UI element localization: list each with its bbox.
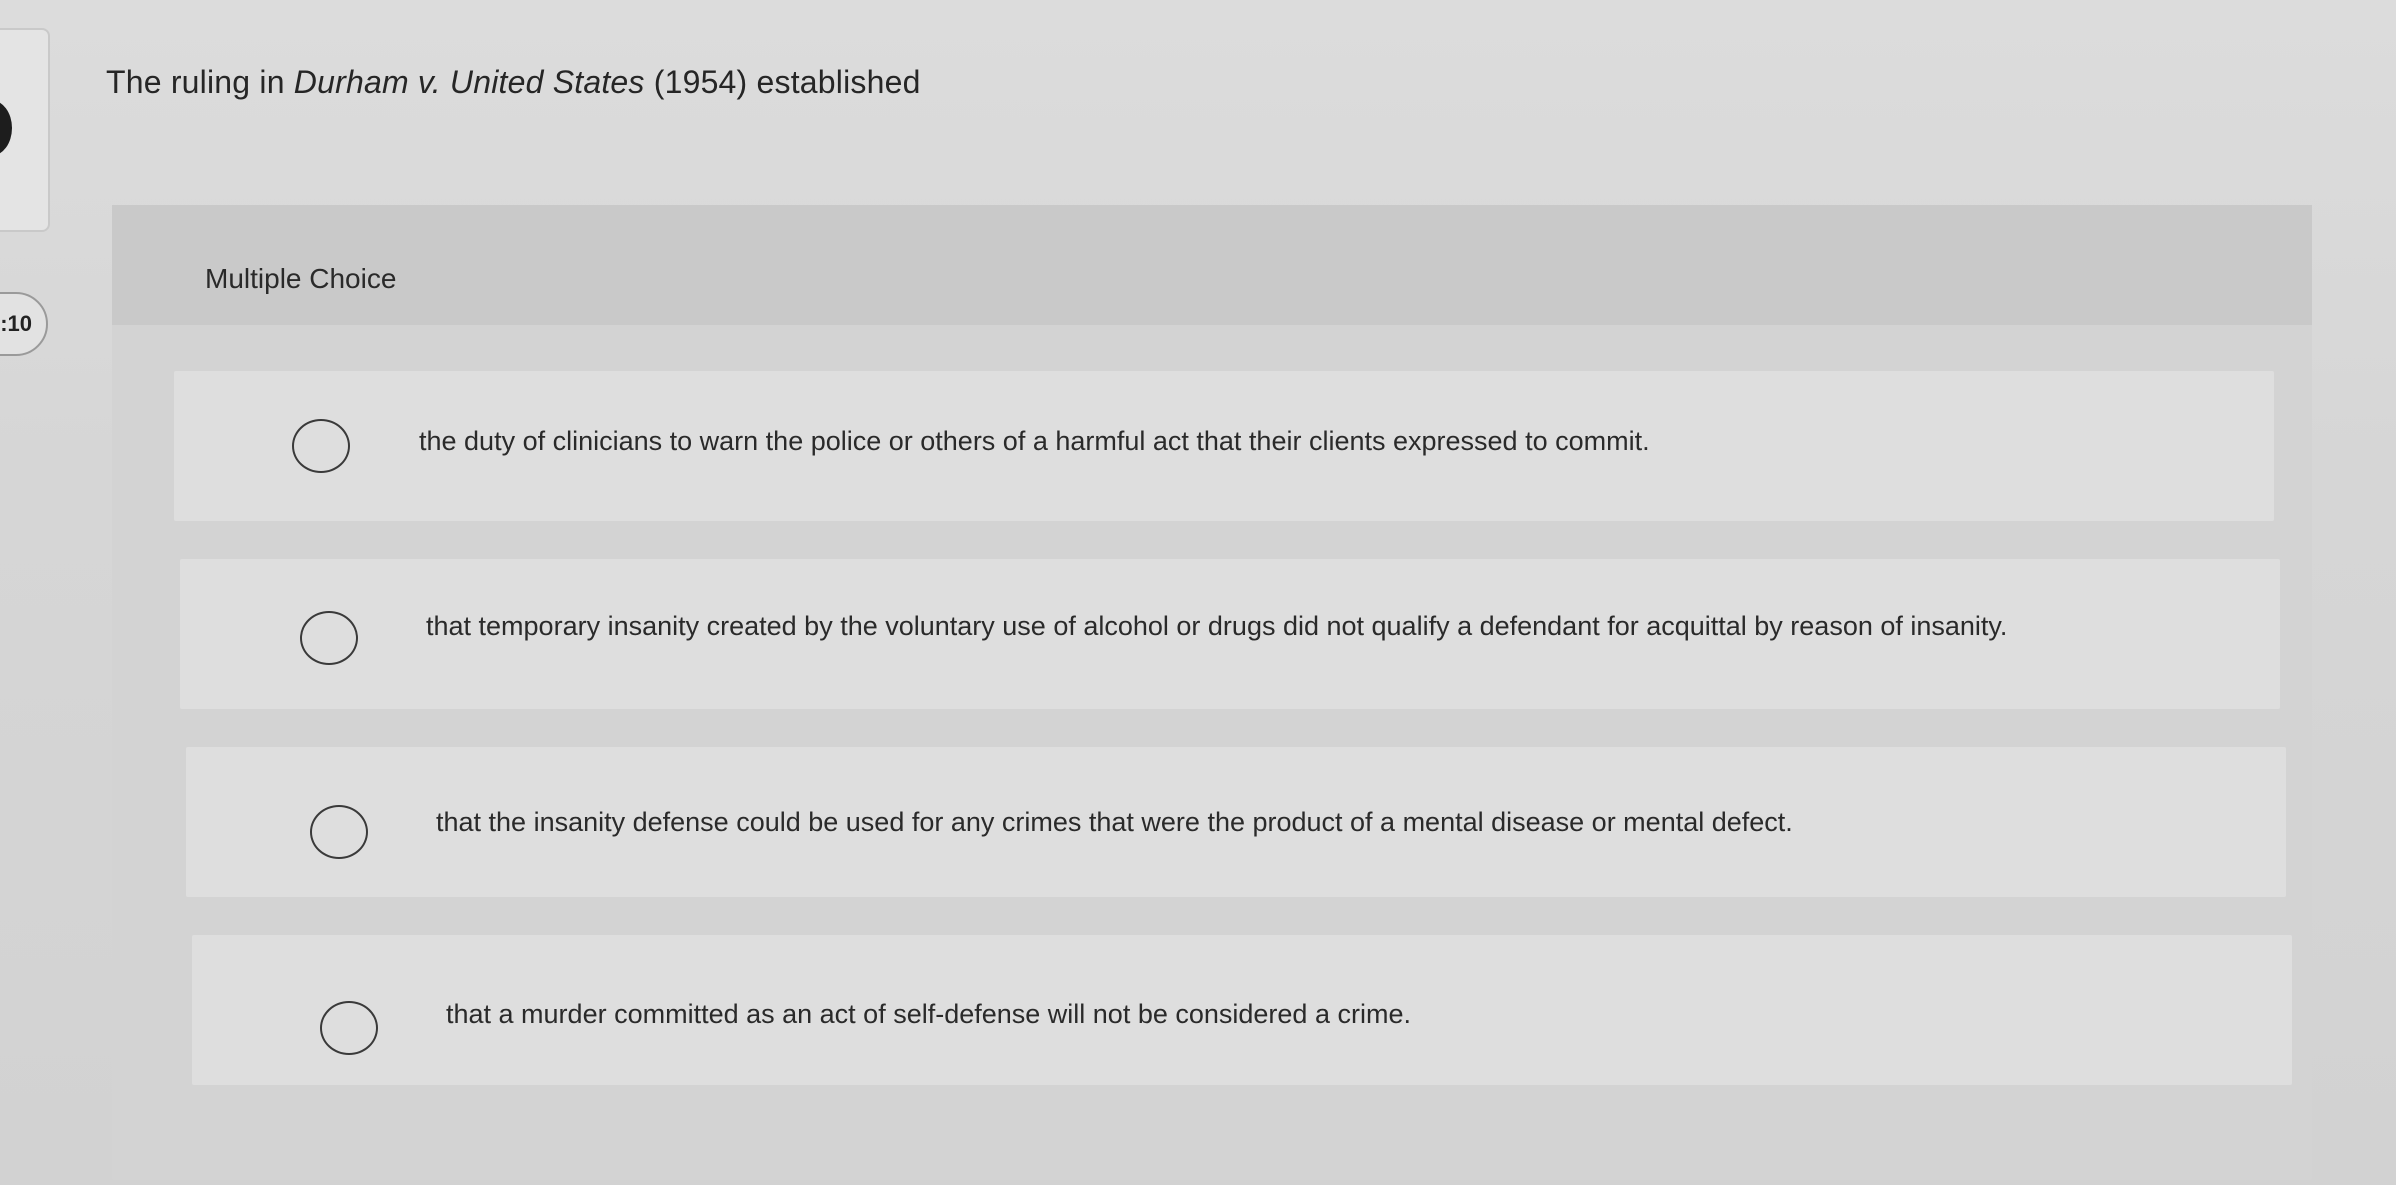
- radio-button-icon[interactable]: [300, 611, 358, 665]
- answer-option-3[interactable]: that the insanity defense could be used …: [186, 747, 2286, 897]
- answer-option-text: that the insanity defense could be used …: [436, 807, 1793, 837]
- answer-option-text: that temporary insanity created by the v…: [426, 611, 2008, 641]
- answer-option-text: that a murder committed as an act of sel…: [446, 999, 1411, 1029]
- radio-button-icon[interactable]: [320, 1001, 378, 1055]
- timer-badge: 0:10: [0, 292, 48, 356]
- answer-option-4[interactable]: that a murder committed as an act of sel…: [192, 935, 2292, 1085]
- answer-option-2[interactable]: that temporary insanity created by the v…: [180, 559, 2280, 709]
- answer-option-1[interactable]: the duty of clinicians to warn the polic…: [174, 371, 2274, 521]
- multiple-choice-label: Multiple Choice: [205, 263, 397, 294]
- question-prefix: The ruling in: [106, 64, 294, 100]
- panel-header: Multiple Choice: [112, 205, 2312, 325]
- multiple-choice-panel: Multiple Choice the duty of clinicians t…: [112, 205, 2312, 1180]
- radio-button-icon[interactable]: [292, 419, 350, 473]
- answer-option-text: the duty of clinicians to warn the polic…: [419, 426, 1650, 456]
- question-prompt: The ruling in Durham v. United States (1…: [106, 64, 921, 101]
- timer-text: 0:10: [0, 311, 32, 336]
- radio-button-icon[interactable]: [310, 805, 368, 859]
- question-suffix: (1954) established: [644, 64, 921, 100]
- case-name: Durham v. United States: [293, 64, 645, 100]
